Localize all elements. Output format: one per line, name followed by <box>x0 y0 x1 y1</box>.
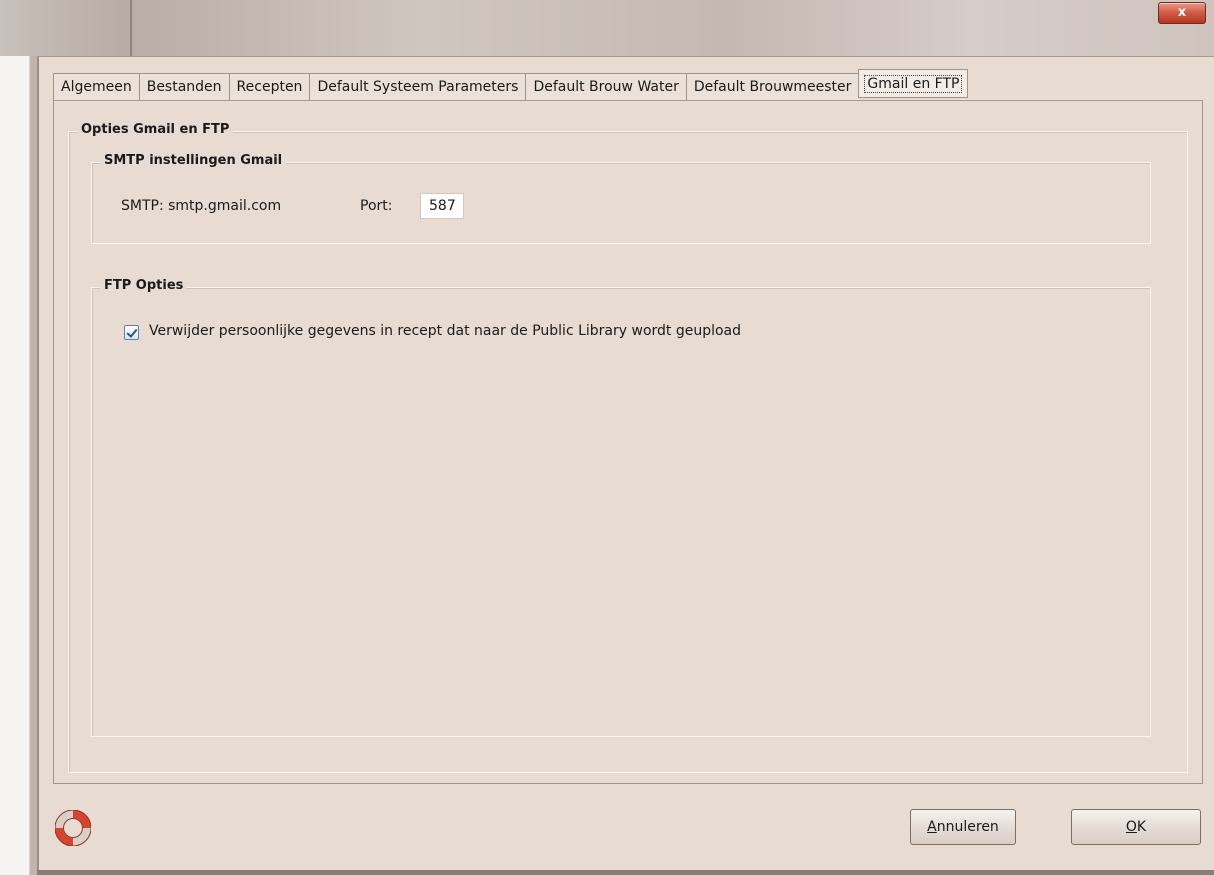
remove-personal-data-label[interactable]: Verwijder persoonlijke gegevens in recep… <box>149 323 741 339</box>
cancel-mnemonic: A <box>927 819 937 835</box>
tab-bar: Algemeen Bestanden Recepten Default Syst… <box>53 69 969 101</box>
tab-default-systeem-parameters[interactable]: Default Systeem Parameters <box>309 73 526 101</box>
window-bottom-edge <box>37 870 1214 875</box>
ok-button[interactable]: OK <box>1071 809 1201 845</box>
lifebuoy-icon[interactable] <box>55 810 91 846</box>
tab-default-brouw-water[interactable]: Default Brouw Water <box>525 73 686 101</box>
smtp-server-label: SMTP: smtp.gmail.com <box>121 198 282 214</box>
port-input[interactable]: 587 <box>420 193 464 219</box>
tab-gmail-en-ftp[interactable]: Gmail en FTP <box>858 69 969 98</box>
tab-default-brouwmeester[interactable]: Default Brouwmeester <box>685 73 859 101</box>
tab-recepten[interactable]: Recepten <box>228 73 310 101</box>
smtp-group: SMTP instellingen Gmail SMTP: smtp.gmail… <box>91 153 1151 244</box>
cancel-label: nnuleren <box>936 819 999 835</box>
tab-panel: Opties Gmail en FTP SMTP instellingen Gm… <box>53 100 1203 784</box>
port-label: Port: <box>360 198 393 214</box>
background-window-edge <box>0 56 30 875</box>
options-group-legend: Opties Gmail en FTP <box>77 122 234 137</box>
ok-label: K <box>1136 819 1147 835</box>
cancel-button[interactable]: Annuleren <box>910 809 1016 845</box>
options-dialog: Algemeen Bestanden Recepten Default Syst… <box>37 56 1214 870</box>
ok-mnemonic: O <box>1125 819 1137 835</box>
close-button[interactable]: x <box>1158 2 1206 24</box>
tab-bestanden[interactable]: Bestanden <box>138 73 229 101</box>
title-decoration <box>130 0 132 56</box>
tab-gmail-en-ftp-label: Gmail en FTP <box>864 75 963 93</box>
smtp-group-legend: SMTP instellingen Gmail <box>100 153 287 168</box>
options-group: Opties Gmail en FTP SMTP instellingen Gm… <box>68 122 1188 773</box>
title-bar: x <box>0 0 1214 56</box>
remove-personal-data-checkbox[interactable] <box>124 325 139 340</box>
ftp-group: FTP Opties Verwijder persoonlijke gegeve… <box>91 278 1151 737</box>
tab-algemeen[interactable]: Algemeen <box>53 73 139 101</box>
ftp-group-legend: FTP Opties <box>100 278 188 293</box>
